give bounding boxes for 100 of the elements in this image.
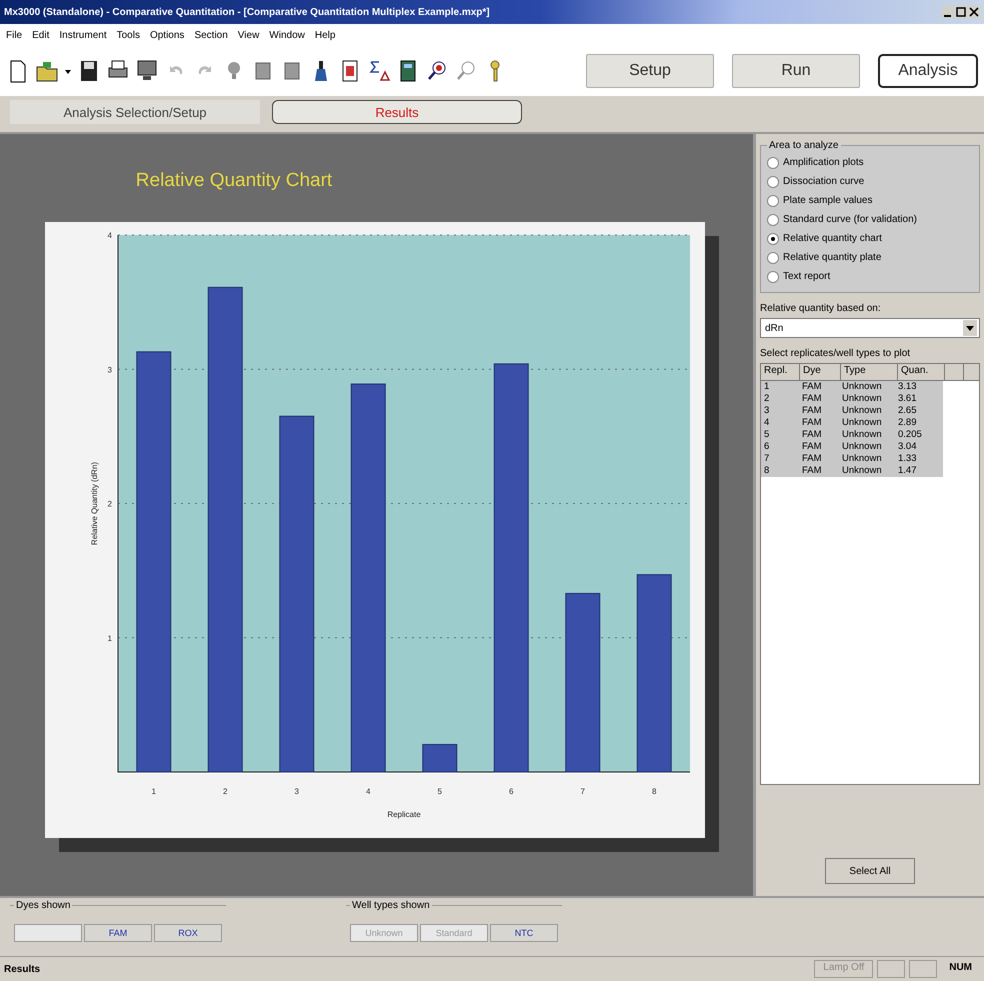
caret-icon [963,320,977,336]
table-cell-text: 2 [763,393,770,405]
table-cell-text: 1.47 [897,465,918,477]
tick-label: 7 [580,787,585,796]
table-cell-text: 7 [763,453,770,465]
radio-label: Dissociation curve [783,176,864,187]
radio-label: Relative quantity chart [783,233,882,244]
table-row[interactable]: 4 FAM Unknown 2.89 [761,417,943,429]
radio-button[interactable] [767,176,779,188]
table-cell-text: 2.65 [897,405,918,417]
tick-label: 1 [152,787,156,796]
status-pane: NUM [948,961,973,975]
table-row[interactable]: 8 FAM Unknown 1.47 [761,465,943,477]
mode-button[interactable]: Analysis [878,54,978,88]
menu-item[interactable]: Tools [116,30,140,40]
column-header[interactable]: Type [841,364,898,380]
menu-item[interactable]: Window [269,30,305,40]
tick-label: 6 [509,787,514,796]
table-cell-text: FAM [801,453,823,465]
status-text: Results [4,964,42,974]
minimize-icon[interactable] [942,6,954,18]
axis-title: Relative Quantity (dRn) [90,462,99,546]
column-header[interactable]: Repl. [761,364,800,380]
tick-label: 4 [108,231,112,240]
table-cell-text: Unknown [841,453,883,465]
table-cell-text: 1.33 [897,453,918,465]
group-label: Area to analyze [768,140,840,151]
table-row[interactable]: 2 FAM Unknown 3.61 [761,393,943,405]
radio-label: Text report [783,271,830,282]
section-tab[interactable]: Analysis Selection/Setup [10,100,260,124]
table-cell-text: 5 [763,429,770,441]
mode-button[interactable]: Run [732,54,860,88]
table-cell-text: FAM [801,393,823,405]
tick-label: 3 [108,365,112,374]
radio-label: Relative quantity plate [783,252,882,263]
table-cell-text: FAM [801,417,823,429]
table-row[interactable]: 5 FAM Unknown 0.205 [761,429,943,441]
table-cell-text: Unknown [841,417,883,429]
table-cell-text: FAM [801,429,823,441]
group-label: Well types shown [351,900,431,911]
section-tab[interactable]: Results [272,100,522,124]
table-cell-text: 3.13 [897,381,918,393]
radio-button[interactable] [767,156,779,168]
table-cell-text: 4 [763,417,770,429]
table-row[interactable]: 6 FAM Unknown 3.04 [761,441,943,453]
bar [422,744,458,772]
column-header[interactable]: Quan. [898,364,945,380]
radio-button[interactable] [767,214,779,226]
table-cell-text: Unknown [841,393,883,405]
close-icon[interactable] [968,6,980,18]
status-pane: Lamp Off [814,960,874,978]
table-row[interactable]: 3 FAM Unknown 2.65 [761,405,943,417]
radio-label: Amplification plots [783,157,864,168]
column-header[interactable]: Dye [800,364,841,380]
table-cell-text: FAM [801,441,823,453]
table-cell-text: 1 [763,381,770,393]
dropdown[interactable]: dRn [760,318,980,338]
status-pane [877,960,906,978]
radio-button[interactable] [767,252,779,264]
toggle-button[interactable]: FAM [84,924,152,942]
menu-item[interactable]: Help [314,30,336,40]
tick-label: 8 [652,787,656,796]
table-cell-text: FAM [801,381,823,393]
radio-button[interactable] [767,232,779,244]
window-title: Mx3000 (Standalone) - Comparative Quantitation - [Comparative Quantitation Multiplex Example.mxp*] [4,6,490,18]
status-pane [909,960,938,978]
menu-item[interactable]: Instrument [59,30,107,40]
table-cell-text: 2.89 [897,417,918,429]
table-cell-text: Unknown [841,429,883,441]
select-all-button[interactable]: Select All [825,858,915,884]
table-cell-text: Unknown [841,405,883,417]
toggle-button[interactable]: ROX [154,924,222,942]
menu-item[interactable]: Options [150,30,184,40]
table-cell-text: FAM [801,405,823,417]
table-row[interactable]: 1 FAM Unknown 3.13 [761,381,943,393]
axis-title: Replicate [387,810,421,819]
toggle-button[interactable]: NTC [490,924,558,942]
menu-item[interactable]: View [238,30,260,40]
tick-label: 1 [108,634,112,643]
radio-button[interactable] [767,270,779,282]
menu-item[interactable]: File [6,30,22,40]
field-label: Relative quantity based on: [760,303,882,314]
tick-label: 3 [294,787,299,796]
radio-button[interactable] [767,194,779,206]
field-label: Select replicates/well types to plot [760,348,912,359]
maximize-icon[interactable] [955,6,967,18]
tick-label: 2 [223,787,228,796]
radio-label: Plate sample values [783,195,872,206]
menu-item[interactable]: Edit [32,30,50,40]
table-cell-text: Unknown [841,441,883,453]
table-cell-text: 0.205 [897,429,923,441]
menu-item[interactable]: Section [194,30,228,40]
table-cell-text: 3 [763,405,770,417]
table-row[interactable]: 7 FAM Unknown 1.33 [761,453,943,465]
group-label: Dyes shown [15,900,72,911]
mode-button[interactable]: Setup [586,54,714,88]
tick-label: 5 [438,787,442,796]
table-cell-text: 3.61 [897,393,918,405]
tick-label: 4 [366,787,370,796]
radio-label: Standard curve (for validation) [783,214,917,225]
